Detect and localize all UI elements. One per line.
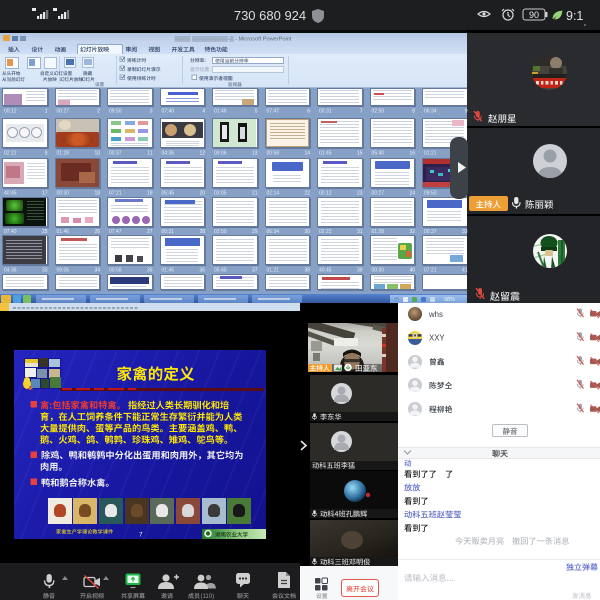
svg-text:02:22: 02:22 — [4, 151, 17, 157]
svg-text:whs: whs — [428, 310, 443, 319]
svg-text:2: 2 — [97, 109, 100, 115]
svg-text:01:45: 01:45 — [162, 268, 175, 274]
svg-text:38: 38 — [304, 268, 310, 274]
svg-text:02:14: 02:14 — [267, 191, 280, 197]
svg-text:7: 7 — [139, 532, 143, 539]
svg-text:00:58: 00:58 — [109, 268, 122, 274]
svg-text:17: 17 — [42, 191, 48, 197]
svg-text:01:28: 01:28 — [57, 151, 70, 157]
svg-text:11: 11 — [147, 151, 152, 157]
svg-text:31: 31 — [357, 229, 363, 235]
svg-text:33: 33 — [42, 268, 48, 274]
svg-text:07:40: 07:40 — [4, 229, 17, 235]
svg-text:33: 33 — [462, 229, 468, 235]
svg-text:05:40: 05:40 — [214, 268, 227, 274]
svg-text:09:50: 09:50 — [424, 191, 437, 197]
svg-text:02:50: 02:50 — [214, 229, 227, 235]
svg-text:00:31: 00:31 — [162, 229, 175, 235]
svg-text:18: 18 — [94, 191, 100, 197]
svg-text:5: 5 — [255, 109, 258, 115]
svg-text:28: 28 — [199, 229, 205, 235]
svg-text:09:50: 09:50 — [109, 109, 122, 115]
svg-text:29: 29 — [252, 229, 258, 235]
svg-text:▒▒▒▒ ▒▒▒▒▒▒▒▒▒-▒ - Microsoft P: ▒▒▒▒ ▒▒▒▒▒▒▒▒▒-▒ - Microsoft PowerPoint — [175, 36, 292, 43]
svg-text:19: 19 — [147, 191, 153, 197]
svg-text:07:21: 07:21 — [424, 268, 437, 274]
svg-text:00:37: 00:37 — [109, 151, 122, 157]
svg-text:00:27: 00:27 — [372, 191, 385, 197]
svg-text:32: 32 — [409, 229, 415, 235]
svg-text:05:40: 05:40 — [372, 151, 385, 157]
svg-text:01:21: 01:21 — [267, 268, 280, 274]
svg-text:07:47: 07:47 — [267, 109, 280, 115]
svg-text:730 680 924: 730 680 924 — [234, 8, 306, 23]
svg-text:02:22: 02:22 — [319, 229, 332, 235]
svg-text:10: 10 — [94, 151, 100, 157]
svg-text:7: 7 — [360, 109, 363, 115]
svg-text:26: 26 — [94, 229, 100, 235]
svg-text:36: 36 — [199, 268, 205, 274]
svg-text:01:21: 01:21 — [424, 151, 437, 157]
svg-text:00:30: 00:30 — [57, 191, 70, 197]
svg-text:06:34: 06:34 — [267, 229, 280, 235]
svg-text:20: 20 — [199, 191, 205, 197]
svg-text:00:12: 00:12 — [319, 191, 332, 197]
svg-text:02:50: 02:50 — [372, 109, 385, 115]
svg-text:00:12: 00:12 — [4, 109, 17, 115]
svg-text:8: 8 — [412, 109, 415, 115]
svg-text:16: 16 — [409, 151, 415, 157]
svg-text:04:36: 04:36 — [4, 268, 17, 274]
svg-text:24: 24 — [409, 191, 415, 197]
svg-text:15: 15 — [357, 151, 363, 157]
svg-text:98%: 98% — [444, 297, 455, 303]
svg-text:09:06: 09:06 — [57, 268, 70, 274]
svg-text:25: 25 — [42, 229, 48, 235]
svg-text:XXY: XXY — [429, 334, 445, 343]
svg-text:04:36: 04:36 — [162, 151, 175, 157]
svg-text:(110): (110) — [201, 594, 215, 600]
svg-text:35: 35 — [147, 268, 153, 274]
svg-text:39: 39 — [357, 268, 363, 274]
svg-text:12: 12 — [199, 151, 205, 157]
svg-text:27: 27 — [147, 229, 153, 235]
svg-text:9: 9 — [465, 109, 468, 115]
svg-text:03:05: 03:05 — [214, 191, 227, 197]
svg-text:37: 37 — [252, 268, 258, 274]
svg-text:9: 9 — [45, 151, 48, 157]
svg-text:4: 4 — [202, 109, 205, 115]
svg-text:00:30: 00:30 — [372, 268, 385, 274]
svg-text:14: 14 — [304, 151, 310, 157]
svg-text:30: 30 — [304, 229, 310, 235]
svg-text:34: 34 — [94, 268, 100, 274]
svg-text:01:46: 01:46 — [57, 229, 70, 235]
svg-text:07:47: 07:47 — [109, 229, 122, 235]
svg-text:00:31: 00:31 — [319, 109, 332, 115]
svg-text:41: 41 — [462, 268, 468, 274]
svg-text:09:06: 09:06 — [214, 151, 227, 157]
svg-text:05:45: 05:45 — [162, 191, 175, 197]
svg-text:01:28: 01:28 — [372, 229, 385, 235]
svg-text:13: 13 — [252, 151, 258, 157]
svg-text:3: 3 — [150, 109, 153, 115]
svg-text:07:21: 07:21 — [109, 191, 122, 197]
svg-text:00:37: 00:37 — [424, 229, 437, 235]
svg-text:06:34: 06:34 — [424, 109, 437, 115]
svg-text:9:1: 9:1 — [566, 9, 583, 23]
svg-text:00:27: 00:27 — [57, 109, 70, 115]
svg-text:00:58: 00:58 — [267, 151, 280, 157]
svg-text:22: 22 — [304, 191, 310, 197]
svg-text:6: 6 — [307, 109, 310, 115]
svg-text:01:46: 01:46 — [214, 109, 227, 115]
svg-text:1: 1 — [45, 109, 48, 115]
svg-text:90: 90 — [529, 10, 539, 20]
svg-text:21: 21 — [252, 191, 258, 197]
svg-text:23: 23 — [357, 191, 363, 197]
svg-text:07:40: 07:40 — [162, 109, 175, 115]
svg-text:40:45: 40:45 — [4, 191, 17, 197]
svg-text:01:45: 01:45 — [319, 151, 332, 157]
svg-text:40:45: 40:45 — [319, 268, 332, 274]
svg-text:40: 40 — [409, 268, 415, 274]
